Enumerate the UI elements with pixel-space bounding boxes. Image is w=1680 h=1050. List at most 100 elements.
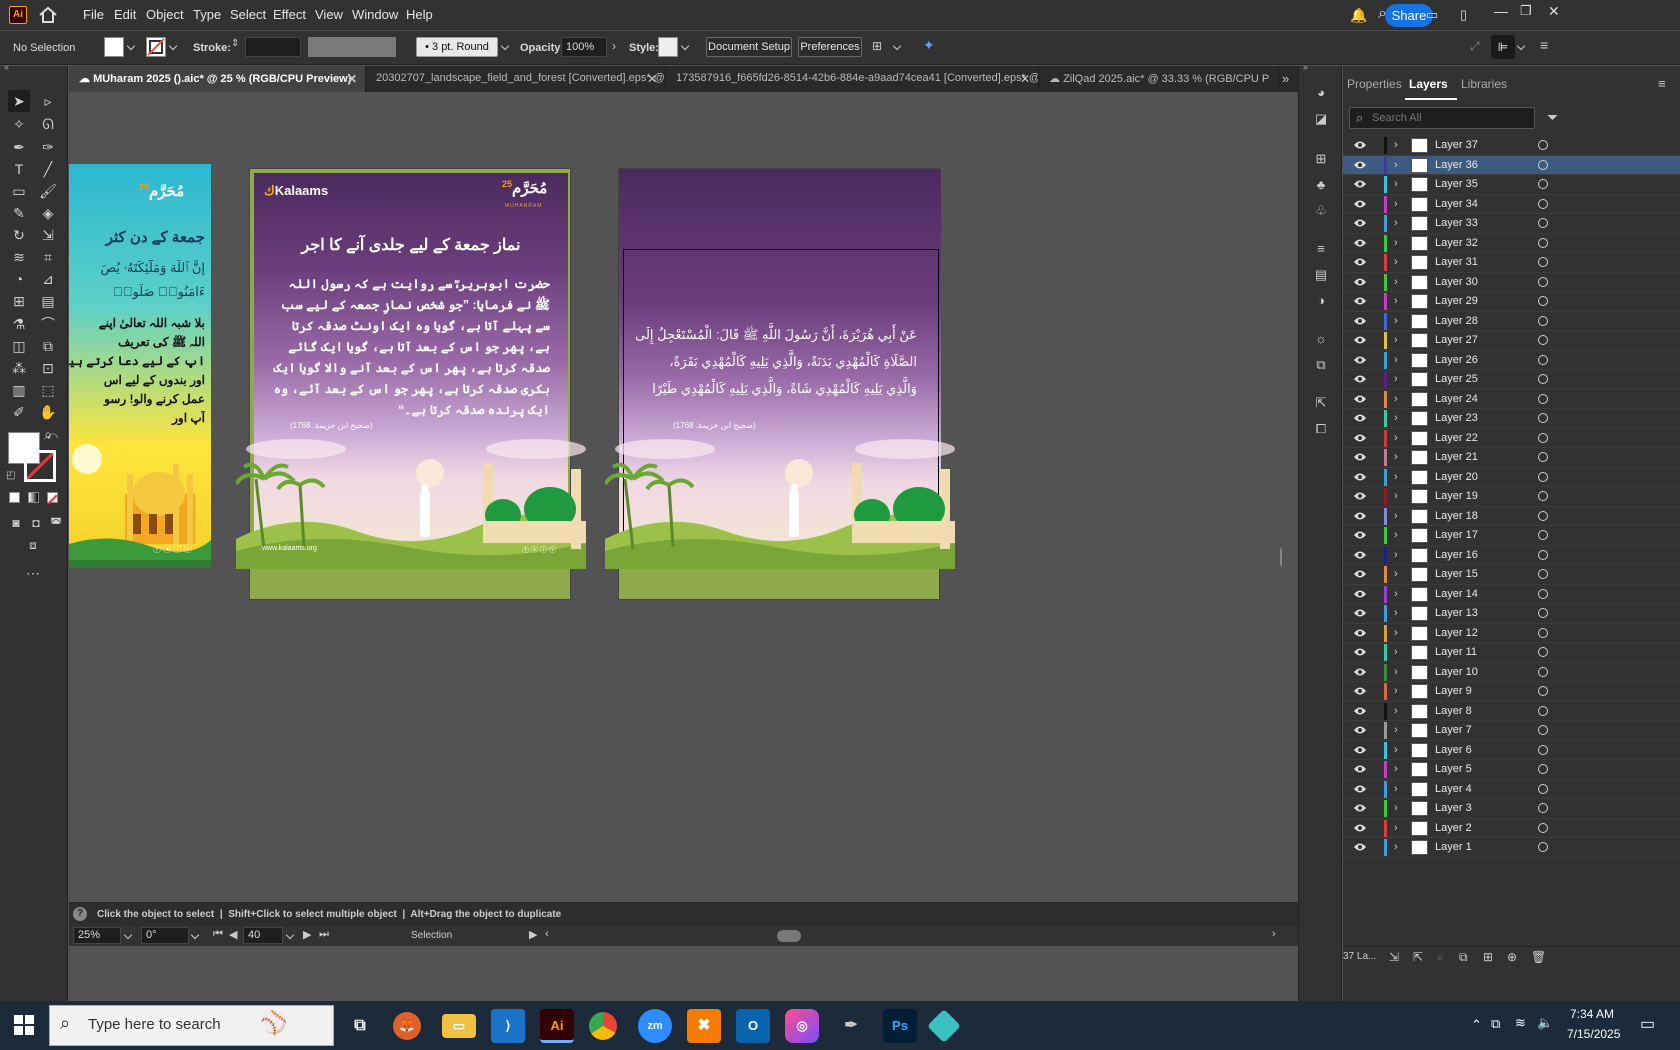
layer-row[interactable]: › Layer 3 (1343, 799, 1680, 819)
layer-name[interactable]: Layer 32 (1435, 237, 1478, 249)
layer-name[interactable]: Layer 8 (1435, 705, 1472, 717)
expand-chevron-icon[interactable]: › (1394, 666, 1398, 678)
visibility-eye-icon[interactable] (1353, 334, 1367, 346)
artboard-0[interactable]: مُحَرَّم25 جمعة کے دن کثر إِنَّ ٱللَّهَ … (69, 164, 211, 568)
expand-chevron-icon[interactable]: › (1394, 178, 1398, 190)
expand-chevron-icon[interactable]: › (1394, 451, 1398, 463)
draw-normal-icon[interactable]: ◙ (5, 512, 27, 534)
expand-chevron-icon[interactable]: › (1394, 646, 1398, 658)
expand-chevron-icon[interactable]: › (1394, 763, 1398, 775)
layer-target-icon[interactable] (1538, 549, 1548, 560)
eraser-tool-icon[interactable]: ◈ (37, 202, 59, 224)
taskbar-search[interactable]: ⌕ Type here to search ⚾ (49, 1005, 334, 1046)
layer-row[interactable]: › Layer 33 (1343, 214, 1680, 234)
make-clipping-mask-icon[interactable]: ⧉ (1459, 950, 1468, 965)
warp-tool-icon[interactable]: ≋ (8, 246, 30, 268)
visibility-eye-icon[interactable] (1353, 529, 1367, 541)
visibility-eye-icon[interactable] (1353, 237, 1367, 249)
control-menu-icon[interactable]: ≡ (1540, 37, 1548, 53)
column-graph-tool-icon[interactable]: ▥ (8, 379, 30, 401)
visibility-eye-icon[interactable] (1353, 666, 1367, 678)
layer-target-icon[interactable] (1538, 315, 1548, 326)
expand-chevron-icon[interactable]: › (1394, 607, 1398, 619)
layer-row[interactable]: › Layer 18 (1343, 507, 1680, 526)
expand-chevron-icon[interactable]: › (1394, 139, 1398, 151)
layer-target-icon[interactable] (1538, 296, 1548, 306)
scroll-right-icon[interactable]: › (1272, 928, 1276, 940)
layer-target-icon[interactable] (1538, 393, 1548, 404)
symbols-icon[interactable]: ♧ (1310, 200, 1332, 222)
layer-target-icon[interactable] (1538, 822, 1548, 833)
slice-select-tool-icon[interactable]: ⬚ (37, 379, 59, 401)
expand-chevron-icon[interactable]: › (1394, 627, 1398, 639)
layer-target-icon[interactable] (1538, 198, 1548, 209)
document-setup-button[interactable]: Document Setup (706, 37, 792, 57)
vertical-scroll-thumb[interactable] (1280, 546, 1282, 568)
layer-target-icon[interactable] (1538, 140, 1548, 150)
visibility-eye-icon[interactable] (1353, 763, 1367, 775)
vscode-icon[interactable]: ⟩ (491, 1009, 525, 1043)
panel-toggle-dropdown[interactable] (1516, 37, 1528, 57)
layer-name[interactable]: Layer 28 (1435, 315, 1478, 327)
graphic-style-swatch[interactable] (658, 37, 678, 57)
clock-time[interactable]: 7:34 AM (1570, 1007, 1614, 1021)
layer-name[interactable]: Layer 11 (1435, 646, 1477, 658)
layer-row[interactable]: › Layer 34 (1343, 195, 1680, 214)
layer-row[interactable]: › Layer 14 (1343, 585, 1680, 604)
expand-chevron-icon[interactable]: › (1394, 159, 1398, 171)
layer-row[interactable]: › Layer 4 (1343, 780, 1680, 799)
layer-name[interactable]: Layer 34 (1435, 198, 1478, 210)
visibility-eye-icon[interactable] (1353, 139, 1367, 151)
line-tool-icon[interactable]: ╱ (37, 158, 59, 180)
shape-builder-tool-icon[interactable]: ◔ (8, 268, 30, 290)
layer-row[interactable]: › Layer 1 (1343, 838, 1680, 858)
layer-name[interactable]: Layer 35 (1435, 178, 1478, 190)
panel-toggle-icon[interactable]: ⊫ (1491, 35, 1515, 59)
layer-target-icon[interactable] (1538, 471, 1548, 482)
creative-cloud-icon[interactable]: ◎ (785, 1009, 819, 1043)
fill-dropdown[interactable] (126, 37, 138, 57)
layer-target-icon[interactable] (1538, 588, 1548, 599)
draw-inside-icon[interactable]: ◚ (45, 512, 67, 534)
layer-row[interactable]: › Layer 17 (1343, 526, 1680, 546)
visibility-eye-icon[interactable] (1353, 159, 1367, 171)
expand-chevron-icon[interactable]: › (1394, 412, 1398, 424)
scroll-left-icon[interactable]: ‹ (545, 928, 549, 940)
layer-name[interactable]: Layer 17 (1435, 529, 1478, 541)
menu-help[interactable]: Help (406, 7, 433, 22)
visibility-eye-icon[interactable] (1353, 393, 1367, 405)
close-tab-icon[interactable]: ✕ (647, 72, 657, 86)
search-icon[interactable]: ⌕ (1378, 5, 1387, 23)
expand-chevron-icon[interactable]: › (1394, 529, 1398, 541)
layers-search-input[interactable] (1372, 110, 1532, 126)
layer-row[interactable]: › Layer 5 (1343, 760, 1680, 780)
layer-target-icon[interactable] (1538, 569, 1548, 579)
layer-name[interactable]: Layer 21 (1435, 451, 1478, 463)
workspace-icon[interactable]: ▯ (1460, 7, 1467, 23)
layer-row[interactable]: › Layer 35 (1343, 175, 1680, 195)
visibility-eye-icon[interactable] (1353, 841, 1367, 853)
measure-tool-icon[interactable]: ⌒ (37, 313, 59, 335)
tab-muharam[interactable]: ☁ MUharam 2025 ().aic* @ 25 % (RGB/CPU P… (69, 66, 366, 92)
artboard-number-field[interactable]: 40 (243, 927, 283, 944)
recolor-icon[interactable]: ✦ (923, 37, 935, 54)
layer-name[interactable]: Layer 13 (1435, 607, 1478, 619)
visibility-eye-icon[interactable] (1353, 724, 1367, 736)
free-transform-tool-icon[interactable]: ⌗ (37, 246, 59, 268)
layer-name[interactable]: Layer 3 (1435, 802, 1472, 814)
more-tabs-icon[interactable]: » (1282, 71, 1289, 86)
blend-tool-icon[interactable]: ◫ (8, 335, 30, 357)
color-guide-icon[interactable]: ◕ (1310, 82, 1332, 104)
collapse-icon[interactable]: « (4, 62, 9, 72)
hand-tool-icon[interactable]: ✋ (37, 401, 59, 423)
layer-name[interactable]: Layer 26 (1435, 354, 1478, 366)
layer-row[interactable]: › Layer 8 (1343, 702, 1680, 721)
gradient-tool-icon[interactable]: ▤ (37, 290, 59, 312)
visibility-eye-icon[interactable] (1353, 471, 1367, 483)
firefox-icon[interactable]: 🦊 (393, 1012, 421, 1040)
layer-name[interactable]: Layer 9 (1435, 685, 1472, 697)
visibility-eye-icon[interactable] (1353, 510, 1367, 522)
layer-name[interactable]: Layer 33 (1435, 217, 1478, 229)
layer-row[interactable]: › Layer 27 (1343, 331, 1680, 351)
visibility-eye-icon[interactable] (1353, 685, 1367, 697)
